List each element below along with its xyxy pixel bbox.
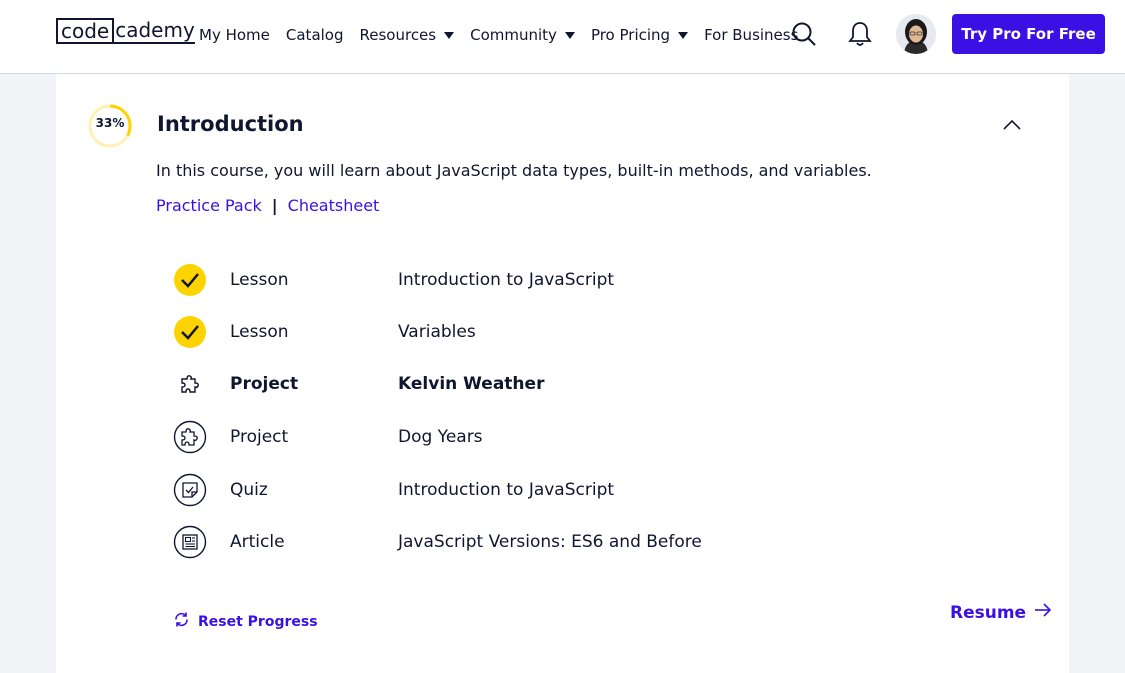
check-icon bbox=[173, 315, 207, 349]
try-pro-button[interactable]: Try Pro For Free bbox=[952, 14, 1105, 54]
nav-links: My Home Catalog Resources Community Pro Pric… bbox=[199, 0, 798, 70]
nav-link-label: Resources bbox=[359, 26, 437, 44]
chevron-up-icon[interactable] bbox=[1000, 116, 1024, 134]
reset-progress-button[interactable]: Reset Progress bbox=[173, 611, 318, 632]
module-item-row[interactable]: Lesson Variables bbox=[173, 315, 873, 349]
progress-label: 33% bbox=[95, 116, 125, 130]
puzzle-icon bbox=[173, 420, 207, 454]
nav-link-for-business[interactable]: For Business bbox=[704, 26, 798, 44]
resume-button[interactable]: Resume bbox=[950, 602, 1052, 623]
item-title: JavaScript Versions: ES6 and Before bbox=[398, 532, 702, 552]
bell-icon[interactable] bbox=[848, 20, 872, 48]
module-item-row[interactable]: Article JavaScript Versions: ES6 and Befo… bbox=[173, 525, 873, 559]
logo-box-text: code bbox=[56, 18, 115, 44]
item-title: Introduction to JavaScript bbox=[398, 270, 615, 290]
nav-link-label: Pro Pricing bbox=[590, 26, 671, 44]
item-type: Lesson bbox=[230, 270, 289, 290]
quiz-icon bbox=[173, 473, 207, 507]
module-item-row[interactable]: Project Kelvin Weather bbox=[173, 367, 873, 401]
caret-down-icon bbox=[444, 31, 455, 39]
item-type: Lesson bbox=[230, 322, 289, 342]
cheatsheet-link[interactable]: Cheatsheet bbox=[288, 196, 380, 215]
nav-link-label: Community bbox=[470, 26, 557, 44]
codecademy-logo[interactable]: code cademy bbox=[56, 17, 195, 45]
item-type: Quiz bbox=[230, 480, 268, 500]
puzzle-icon bbox=[173, 367, 207, 401]
top-nav: code cademy My Home Catalog Resources Commu… bbox=[0, 0, 1125, 74]
item-type: Article bbox=[230, 532, 285, 552]
refresh-icon bbox=[173, 611, 190, 632]
nav-link-label: For Business bbox=[704, 26, 799, 44]
logo-rest-text: cademy bbox=[114, 18, 195, 44]
item-title: Variables bbox=[398, 322, 476, 342]
resume-label: Resume bbox=[950, 602, 1027, 623]
avatar[interactable] bbox=[896, 14, 936, 54]
item-title: Kelvin Weather bbox=[398, 374, 545, 394]
nav-link-pro-pricing[interactable]: Pro Pricing bbox=[590, 26, 689, 44]
nav-link-resources[interactable]: Resources bbox=[360, 26, 455, 44]
item-type: Project bbox=[230, 427, 289, 447]
arrow-right-icon bbox=[1034, 602, 1052, 623]
link-separator: | bbox=[271, 196, 278, 215]
check-icon bbox=[173, 263, 207, 297]
article-icon bbox=[173, 525, 207, 559]
item-title: Introduction to JavaScript bbox=[398, 480, 615, 500]
search-icon[interactable] bbox=[791, 20, 817, 48]
caret-down-icon bbox=[678, 31, 689, 39]
practice-pack-link[interactable]: Practice Pack bbox=[156, 196, 262, 215]
nav-link-community[interactable]: Community bbox=[470, 26, 575, 44]
module-item-row[interactable]: Project Dog Years bbox=[173, 420, 873, 454]
caret-down-icon bbox=[564, 31, 575, 39]
module-description: In this course, you will learn about Jav… bbox=[156, 161, 872, 180]
item-title: Dog Years bbox=[398, 427, 483, 447]
nav-link-my-home[interactable]: My Home bbox=[199, 26, 270, 44]
reset-progress-label: Reset Progress bbox=[198, 613, 318, 630]
nav-link-label: Catalog bbox=[285, 26, 344, 44]
module-links: Practice Pack | Cheatsheet bbox=[156, 196, 379, 215]
module-item-row[interactable]: Quiz Introduction to JavaScript bbox=[173, 473, 873, 507]
item-type: Project bbox=[230, 374, 299, 394]
nav-link-label: My Home bbox=[199, 26, 270, 44]
module-item-row[interactable]: Lesson Introduction to JavaScript bbox=[173, 263, 873, 297]
nav-link-catalog[interactable]: Catalog bbox=[286, 26, 344, 44]
module-title: Introduction bbox=[157, 112, 304, 136]
